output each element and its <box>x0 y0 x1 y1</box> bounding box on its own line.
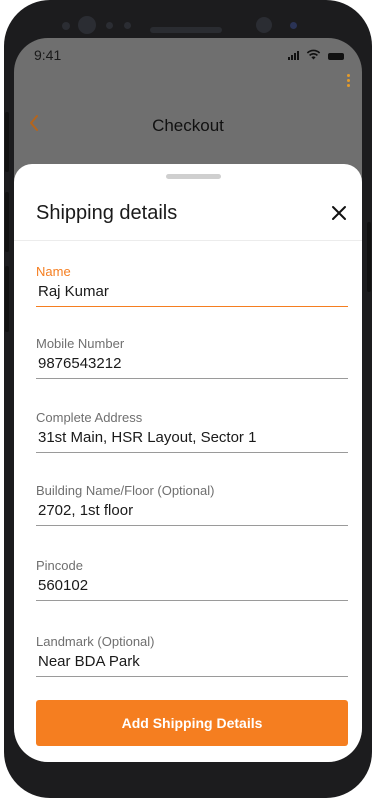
battery-icon <box>328 53 344 60</box>
sheet-title: Shipping details <box>36 202 178 224</box>
wifi-icon <box>306 49 321 60</box>
shipping-bottom-sheet: Shipping details Name Raj Kumar Mobile N… <box>14 164 362 762</box>
sensor-dot <box>124 22 131 29</box>
name-field[interactable]: Name Raj Kumar <box>36 264 348 307</box>
status-icons <box>288 49 344 60</box>
checkout-header: Checkout <box>14 108 362 142</box>
face-sensor <box>256 17 272 33</box>
field-label: Name <box>36 264 71 279</box>
speaker-grille <box>150 27 222 33</box>
field-label: Pincode <box>36 558 83 573</box>
drag-handle[interactable] <box>166 174 221 179</box>
proximity-sensor <box>290 22 297 29</box>
front-camera <box>78 16 96 34</box>
close-icon <box>332 206 346 220</box>
sensor-dot <box>106 22 113 29</box>
power-button <box>367 222 371 292</box>
close-button[interactable] <box>328 202 350 224</box>
field-value[interactable]: Near BDA Park <box>38 653 140 670</box>
page-title: Checkout <box>152 116 224 135</box>
field-value[interactable]: 31st Main, HSR Layout, Sector 1 <box>38 429 256 446</box>
field-value[interactable]: 2702, 1st floor <box>38 502 133 519</box>
sheet-header: Shipping details <box>14 188 362 241</box>
kebab-menu-icon[interactable] <box>347 74 350 87</box>
field-value[interactable]: 560102 <box>38 577 88 594</box>
device-top-sensors <box>0 8 377 38</box>
signal-icon <box>288 50 299 60</box>
status-bar: 9:41 <box>14 38 362 68</box>
field-label: Building Name/Floor (Optional) <box>36 483 215 498</box>
sensor-dot <box>62 22 70 30</box>
building-floor-field[interactable]: Building Name/Floor (Optional) 2702, 1st… <box>36 483 348 526</box>
pincode-field[interactable]: Pincode 560102 <box>36 558 348 601</box>
field-label: Landmark (Optional) <box>36 634 155 649</box>
mobile-number-field[interactable]: Mobile Number 9876543212 <box>36 336 348 379</box>
add-shipping-details-button[interactable]: Add Shipping Details <box>36 700 348 746</box>
field-value[interactable]: 9876543212 <box>38 355 121 372</box>
volume-up-button <box>5 112 9 172</box>
field-label: Complete Address <box>36 410 143 425</box>
field-label: Mobile Number <box>36 336 125 351</box>
mute-switch <box>5 266 9 332</box>
screen: 9:41 Checkout Shipping details Name Raj … <box>14 38 362 762</box>
status-time: 9:41 <box>34 47 62 63</box>
volume-down-button <box>5 192 9 252</box>
landmark-field[interactable]: Landmark (Optional) Near BDA Park <box>36 634 348 677</box>
address-field[interactable]: Complete Address 31st Main, HSR Layout, … <box>36 410 348 453</box>
field-value[interactable]: Raj Kumar <box>38 283 109 300</box>
